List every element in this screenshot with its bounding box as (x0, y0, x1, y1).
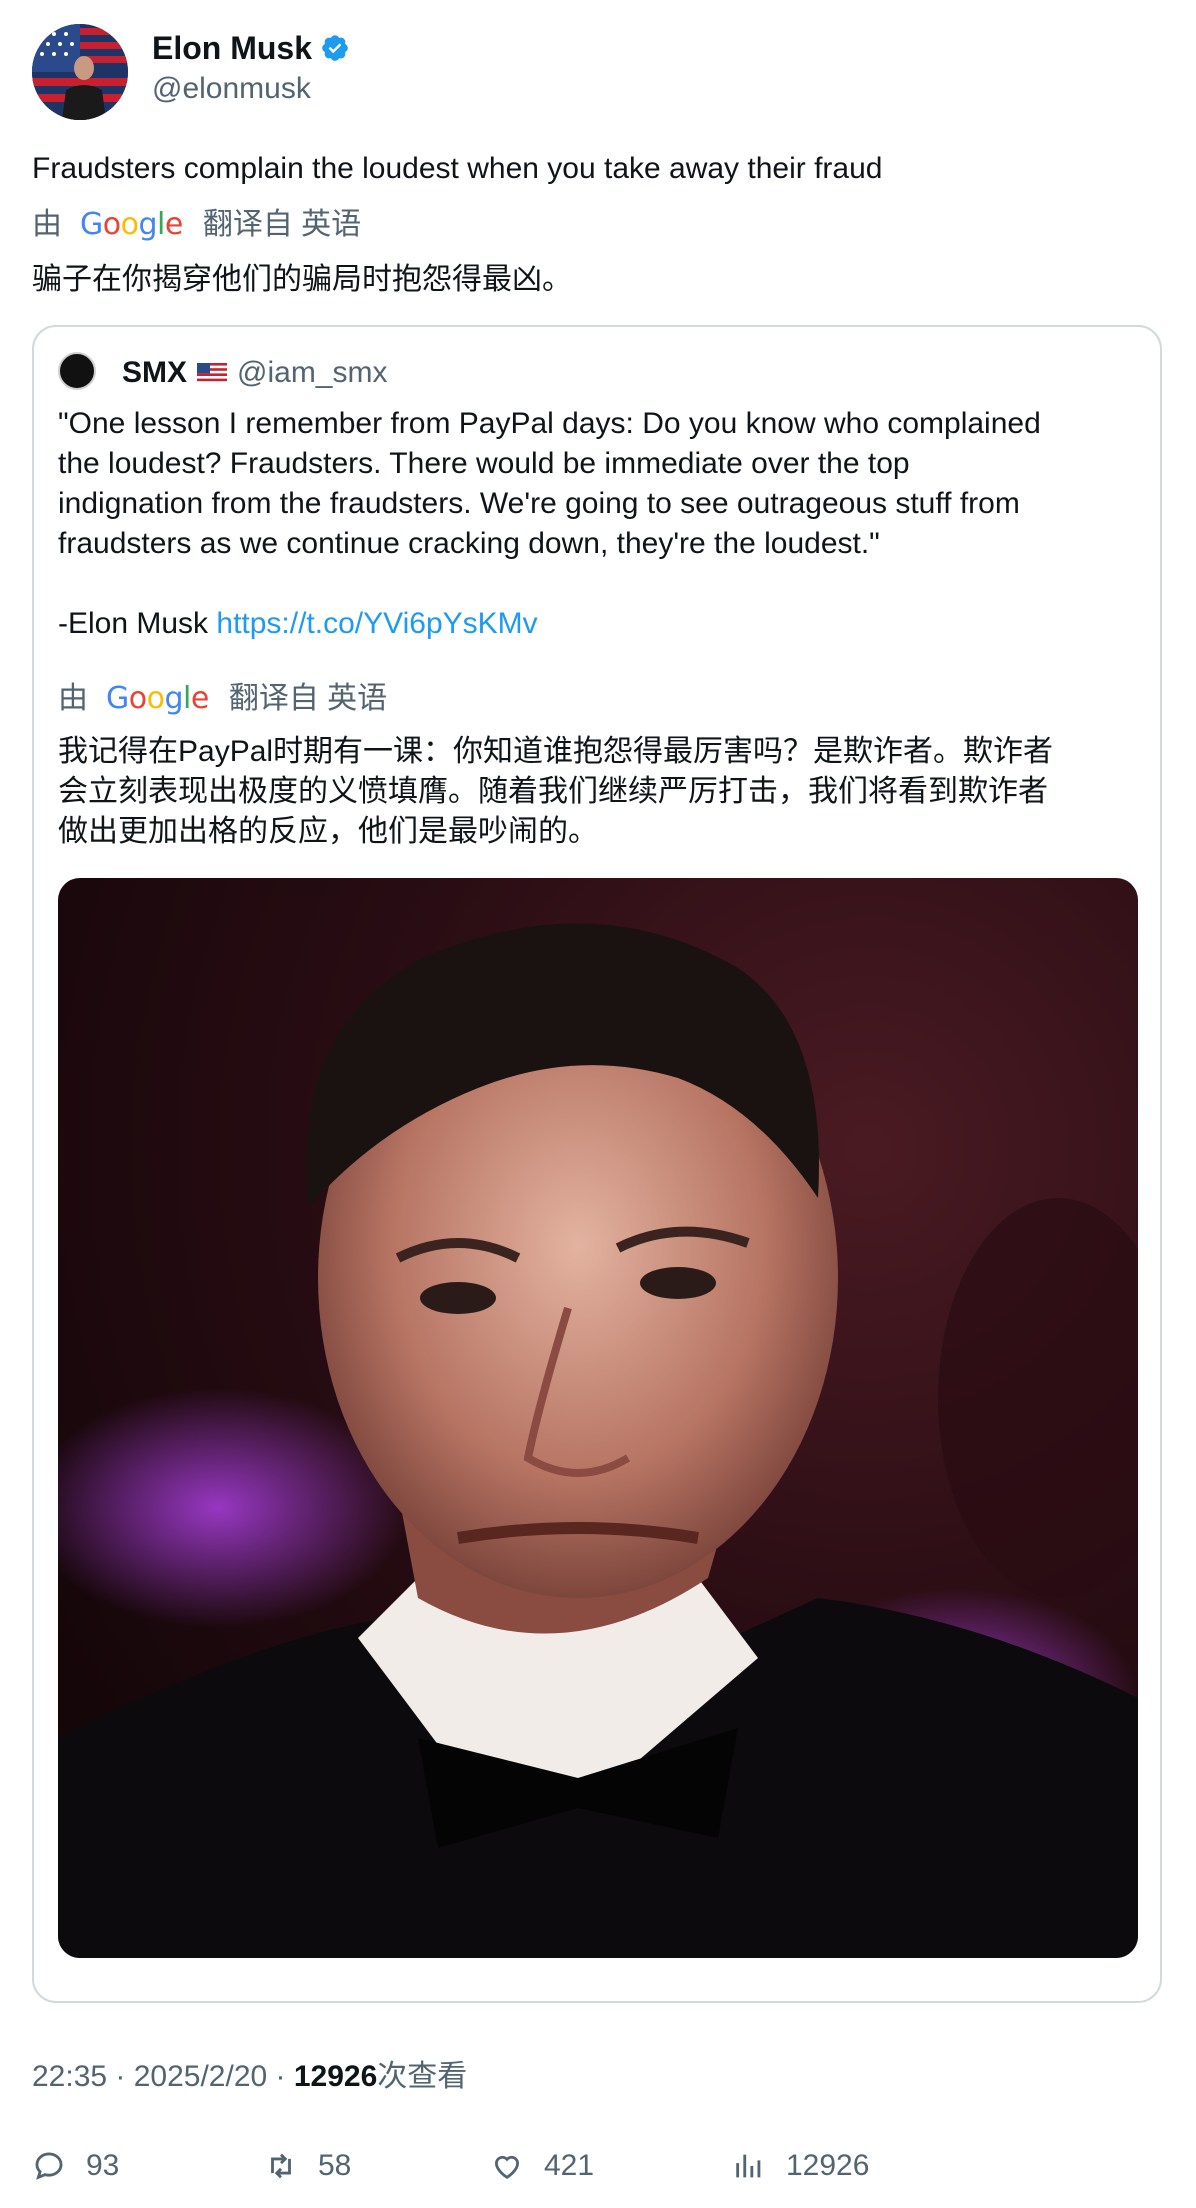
translation-from-label: 翻译自 英语 (202, 208, 362, 241)
author-name[interactable]: Elon Musk (152, 28, 350, 68)
reply-button[interactable]: 93 (32, 2146, 119, 2186)
quote-author-name: SMX (122, 356, 188, 389)
reply-count: 93 (86, 2149, 120, 2182)
quote-body-line: "One lesson I remember from PayPal days:… (58, 407, 1041, 440)
translation-by-label: 由 (58, 682, 88, 715)
views-count: 12926 (293, 2060, 378, 2093)
like-count: 421 (544, 2149, 595, 2182)
tweet-actions: 93 58 421 12926 (32, 2146, 1162, 2190)
author-handle[interactable]: @elonmusk (152, 70, 311, 108)
quote-author-avatar[interactable] (58, 352, 96, 390)
quote-signoff-text: -Elon Musk (58, 607, 217, 640)
tweet-translated-text: 骗子在你揭穿他们的骗局时抱怨得最凶。 (32, 263, 572, 296)
bar-chart-icon (736, 2154, 761, 2178)
quote-body: "One lesson I remember from PayPal days:… (58, 404, 1138, 564)
quote-translation-attribution[interactable]: 由 Google 翻译自 英语 (58, 680, 387, 718)
heart-icon (494, 2155, 520, 2179)
retweet-button[interactable]: 58 (264, 2146, 351, 2186)
tweet-text: Fraudsters complain the loudest when you… (32, 152, 883, 185)
portrait-photo (58, 878, 1138, 1958)
quote-body-line: the loudest? Fraudsters. There would be … (58, 447, 910, 480)
quote-author[interactable]: SMX @iam_smx (122, 354, 387, 392)
tweet-timestamp[interactable]: 22:35 · 2025/2/20 · (32, 2060, 294, 2093)
quote-translated-line: 会立刻表现出极度的义愤填膺。随着我们继续严厉打击，我们将看到欺诈者 (58, 775, 1048, 808)
quote-translated-line: 做出更加出格的反应，他们是最吵闹的。 (58, 815, 598, 848)
google-logo: Google (80, 207, 183, 242)
views-button[interactable]: 12926 (732, 2146, 869, 2186)
author-avatar[interactable] (32, 24, 128, 120)
retweet-icon (271, 2153, 291, 2179)
like-button[interactable]: 421 (490, 2146, 594, 2186)
us-flag-icon (197, 363, 228, 383)
avatar-image (32, 24, 128, 120)
views-label: 次查看 (377, 2060, 468, 2093)
translation-by-label: 由 (32, 208, 62, 241)
retweet-count: 58 (318, 2149, 352, 2182)
author-name-text: Elon Musk (152, 30, 313, 66)
quote-author-handle: @iam_smx (237, 356, 388, 389)
tweet-meta: 22:35 · 2025/2/20 · 12926次查看 (32, 2058, 467, 2096)
quote-translated-text: 我记得在PayPal时期有一课：你知道谁抱怨得最厉害吗？是欺诈者。欺诈者 会立刻… (58, 732, 1138, 852)
tweet-page: Elon Musk @elonmusk Fraudsters complain … (0, 0, 1196, 2208)
quote-translated-line: 我记得在PayPal时期有一课：你知道谁抱怨得最厉害吗？是欺诈者。欺诈者 (58, 735, 1054, 768)
quote-signoff: -Elon Musk https://t.co/YVi6pYsKMv (58, 604, 538, 644)
quote-link[interactable]: https://t.co/YVi6pYsKMv (216, 607, 537, 640)
quote-photo[interactable] (58, 878, 1138, 1958)
quote-body-line: indignation from the fraudsters. We're g… (58, 487, 1020, 520)
views-action-count: 12926 (786, 2149, 870, 2182)
google-logo: Google (106, 681, 209, 716)
verified-badge-icon (322, 35, 348, 61)
translation-from-label: 翻译自 英语 (228, 682, 388, 715)
quote-body-line: fraudsters as we continue cracking down,… (58, 527, 880, 560)
reply-icon (35, 2152, 63, 2180)
translation-attribution[interactable]: 由 Google 翻译自 英语 (32, 206, 361, 244)
